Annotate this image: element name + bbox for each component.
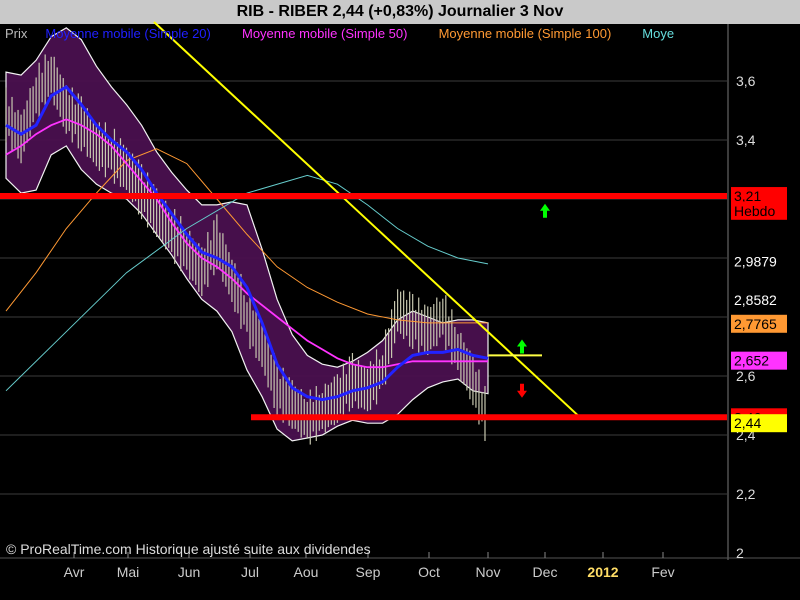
arrow-up-icon [517, 339, 527, 354]
price-label-text: 2,652 [734, 353, 769, 369]
price-label-text: 3,21 [734, 188, 761, 204]
x-tick-label: Avr [64, 564, 85, 580]
price-label-text: 2,9879 [734, 254, 777, 270]
legend-item: Prix [5, 26, 28, 41]
price-label-text: 2,44 [734, 415, 761, 431]
x-tick-label: Nov [476, 564, 501, 580]
price-label: 2,8582 [731, 290, 787, 309]
price-label: Hebdo [731, 201, 787, 220]
y-tick-label: 3,6 [736, 73, 756, 89]
x-tick-label: 2012 [587, 564, 618, 580]
price-label: 2,652 [731, 351, 787, 370]
x-tick-label: Fev [651, 564, 674, 580]
chart-window: RIB - RIBER 2,44 (+0,83%) Journalier 3 N… [0, 0, 800, 600]
legend-item: Moyenne mobile (Simple 100) [439, 26, 612, 41]
price-label: 2,44 [731, 414, 787, 433]
y-tick-label: 2 [736, 545, 744, 561]
price-label: 2,7765 [731, 314, 787, 333]
y-tick-label: 2,2 [736, 486, 756, 502]
legend: Prix Moyenne mobile (Simple 20) Moyenne mo… [5, 26, 674, 41]
arrow-up-icon [540, 203, 550, 218]
x-tick-label: Oct [418, 564, 440, 580]
arrow-down-icon [517, 383, 527, 398]
x-tick-label: Jul [241, 564, 259, 580]
y-tick-label: 2,6 [736, 368, 756, 384]
x-tick-label: Sep [356, 564, 381, 580]
legend-item: Moyenne mobile (Simple 50) [242, 26, 407, 41]
copyright-text: © ProRealTime.com Historique ajusté suit… [6, 541, 371, 557]
price-chart[interactable]: 3,63,42,62,222,4Avr Mai Jun Jul Aou Sep Oct Nov… [0, 0, 800, 600]
legend-item: Moyenne mobile (Simple 20) [45, 26, 210, 41]
price-label: 2,9879 [731, 252, 787, 271]
x-tick-label: Jun [178, 564, 201, 580]
x-tick-label: Dec [533, 564, 558, 580]
price-label-text: Hebdo [734, 203, 775, 219]
y-tick-label: 3,4 [736, 132, 756, 148]
price-label-text: 2,8582 [734, 292, 777, 308]
x-tick-label: Aou [294, 564, 319, 580]
legend-item: Moye [642, 26, 674, 41]
x-tick-label: Mai [117, 564, 140, 580]
price-label-text: 2,7765 [734, 316, 777, 332]
